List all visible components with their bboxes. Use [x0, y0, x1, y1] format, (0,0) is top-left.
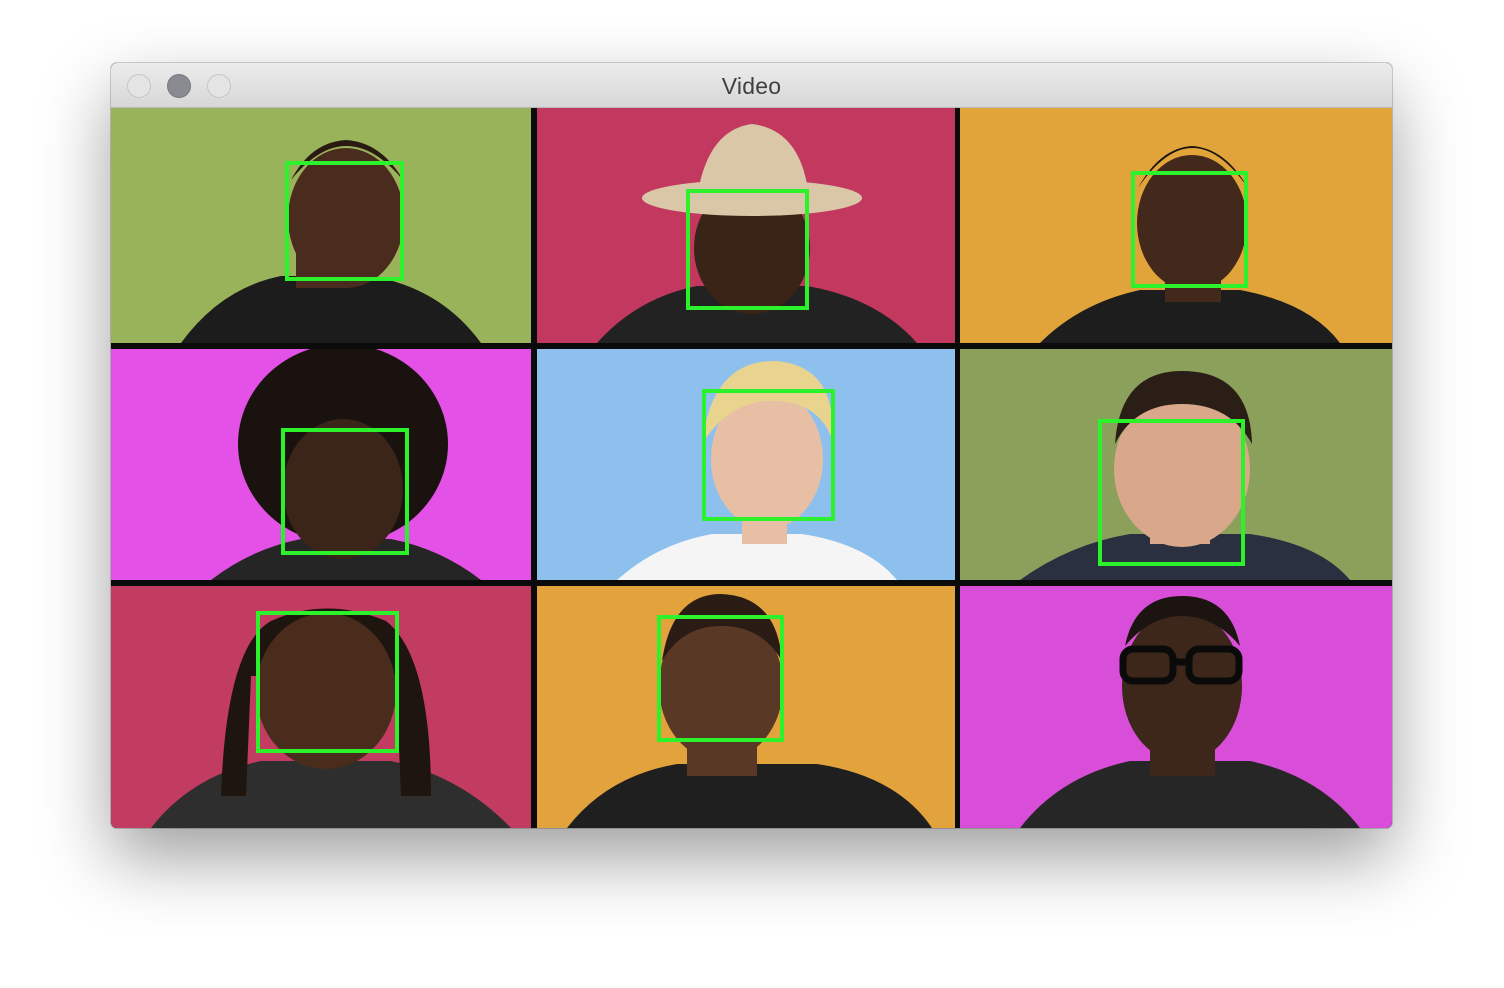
- video-tile-r2c3: [960, 349, 1392, 580]
- video-tile-r2c1: [111, 349, 531, 580]
- person-image: [960, 586, 1392, 828]
- face-detection-box: [285, 161, 404, 281]
- face-detection-box: [281, 428, 409, 555]
- video-frame: [111, 108, 1392, 828]
- face-detection-box: [657, 615, 784, 742]
- face-detection-box: [702, 389, 835, 521]
- video-tile-r1c1: [111, 108, 531, 343]
- video-tile-r2c2: [537, 349, 955, 580]
- video-tile-r3c3: [960, 586, 1392, 828]
- video-tile-r3c1: [111, 586, 531, 828]
- video-tile-r1c2: [537, 108, 955, 343]
- title-bar[interactable]: Video: [111, 63, 1392, 108]
- face-detection-box: [1131, 171, 1248, 288]
- face-detection-box: [256, 611, 399, 753]
- window-title: Video: [721, 73, 782, 99]
- video-tile-r1c3: [960, 108, 1392, 343]
- face-detection-box: [686, 189, 809, 310]
- video-tile-r3c2: [537, 586, 955, 828]
- video-window: Video: [111, 63, 1392, 828]
- face-detection-box: [1098, 419, 1245, 566]
